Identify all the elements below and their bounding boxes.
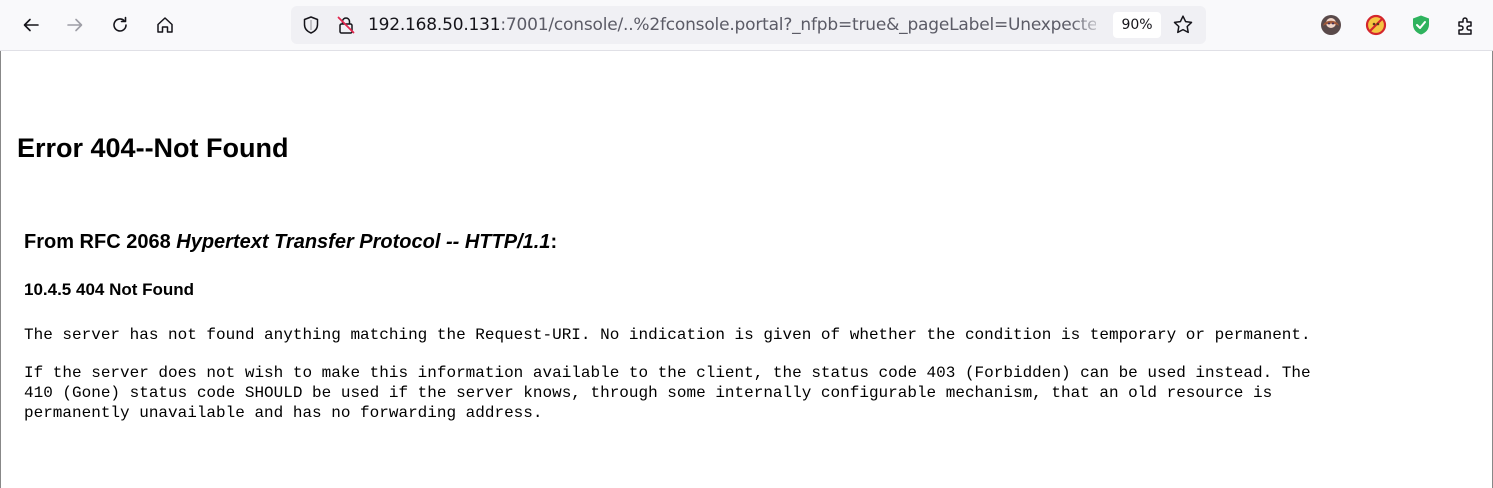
extension-shield-check-icon[interactable] [1408, 12, 1434, 38]
home-button[interactable] [148, 8, 182, 42]
rfc-heading: From RFC 2068 Hypertext Transfer Protoco… [24, 231, 557, 254]
page-left-edge [0, 51, 1, 488]
forward-button[interactable] [58, 8, 92, 42]
paragraph-forbidden-line-1: If the server does not wish to make this… [24, 364, 1311, 382]
tracking-protection-shield-icon[interactable] [299, 13, 323, 37]
home-icon [157, 17, 173, 33]
zoom-level-badge[interactable]: 90% [1113, 12, 1161, 38]
paragraph-not-found: The server has not found anything matchi… [24, 326, 1311, 344]
rfc-heading-suffix: : [550, 231, 558, 253]
url-host: 192.168.50.131 [368, 15, 501, 35]
paragraph-forbidden-line-3: permanently unavailable and has no forwa… [24, 404, 543, 422]
extension-avatar-icon[interactable] [1318, 12, 1344, 38]
insecure-lock-icon[interactable] [334, 13, 358, 37]
back-button[interactable] [14, 8, 48, 42]
section-heading: 10.4.5 404 Not Found [24, 280, 195, 299]
rfc-heading-italic: Hypertext Transfer Protocol -- HTTP/1.1 [176, 231, 551, 253]
extensions-puzzle-icon[interactable] [1453, 12, 1479, 38]
rfc-heading-prefix: From RFC 2068 [24, 231, 177, 253]
paragraph-forbidden-line-2: 410 (Gone) status code SHOULD be used if… [24, 384, 1273, 402]
url-fade-overlay [1071, 10, 1107, 40]
extension-blocker-icon[interactable] [1363, 12, 1389, 38]
url-text[interactable]: 192.168.50.131:7001/console/..%2fconsole… [368, 6, 1096, 44]
address-bar[interactable]: 192.168.50.131:7001/console/..%2fconsole… [291, 6, 1206, 44]
error-title: Error 404--Not Found [17, 133, 289, 163]
back-arrow-icon [23, 18, 39, 32]
url-path: :7001/console/..%2fconsole.portal?_nfpb=… [500, 15, 1096, 35]
browser-toolbar: 192.168.50.131:7001/console/..%2fconsole… [0, 0, 1493, 51]
forward-arrow-icon [67, 18, 83, 32]
reload-icon [113, 16, 127, 32]
bookmark-star-icon[interactable] [1171, 13, 1195, 42]
reload-button[interactable] [103, 8, 137, 42]
